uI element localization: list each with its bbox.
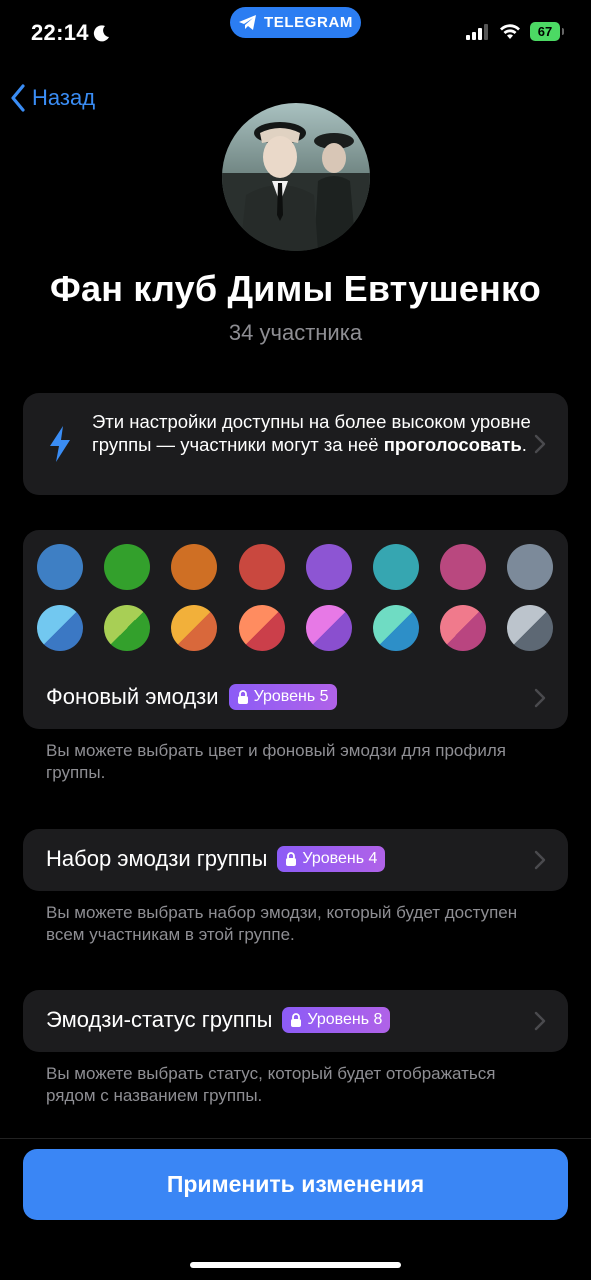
back-label: Назад: [32, 85, 96, 110]
chevron-right-icon: [534, 1011, 546, 1031]
chevron-right-icon: [534, 850, 546, 870]
lightning-icon: [50, 426, 70, 462]
level-badge: Уровень 8: [282, 1007, 391, 1033]
background-emoji-row[interactable]: Фоновый эмодзи Уровень 5: [46, 684, 337, 710]
level-info-end: .: [521, 434, 527, 455]
chevron-left-icon: [11, 84, 25, 112]
moon-icon: [93, 25, 109, 42]
telegram-icon: [239, 14, 257, 30]
color-swatch-dual[interactable]: [171, 605, 218, 651]
background-hint: Вы можете выбрать цвет и фоновый эмодзи …: [46, 741, 506, 782]
color-swatch-dual[interactable]: [373, 605, 419, 651]
color-swatch[interactable]: [37, 544, 83, 590]
color-swatch[interactable]: [305, 544, 352, 590]
lock-icon: [237, 690, 248, 704]
background-emoji-label: Фоновый эмодзи: [46, 684, 219, 709]
clock-label: 22:14: [31, 20, 89, 45]
group-title: Фан клуб Димы Евтушенко: [50, 268, 541, 309]
color-swatch-dual[interactable]: [440, 605, 487, 651]
emoji-pack-label: Набор эмодзи группы: [46, 846, 268, 871]
level-badge: Уровень 5: [228, 684, 337, 710]
avatar-photo: [222, 103, 370, 251]
battery-indicator: 67: [530, 22, 564, 41]
emoji-pack-hint: Вы можете выбрать набор эмодзи, который …: [46, 903, 518, 944]
chevron-right-icon: [534, 434, 546, 454]
level-badge-label: Уровень 4: [302, 850, 378, 867]
status-time: 22:14: [31, 20, 111, 46]
lock-icon: [291, 1013, 302, 1027]
level-info-card[interactable]: Эти настройки доступны на более высоком …: [23, 393, 568, 495]
level-badge-label: Уровень 8: [307, 1011, 383, 1028]
emoji-pack-label-row: Набор эмодзи группы Уровень 4: [46, 846, 386, 872]
emoji-status-label-row: Эмодзи-статус группы Уровень 8: [46, 1007, 391, 1033]
member-count: 34 участника: [228, 320, 363, 345]
color-swatch-dual[interactable]: [104, 605, 151, 651]
app-pill[interactable]: TELEGRAM: [230, 7, 361, 38]
color-swatch-dual[interactable]: [507, 605, 554, 651]
battery-level: 67: [537, 24, 553, 39]
apply-changes-button[interactable]: Применить изменения: [23, 1149, 568, 1220]
level-badge: Уровень 4: [277, 846, 386, 872]
color-swatch[interactable]: [373, 544, 419, 590]
app-pill-label: TELEGRAM: [264, 14, 353, 31]
level-info-text: Эти настройки доступны на более высоком …: [92, 410, 532, 456]
emoji-status-row[interactable]: Эмодзи-статус группы Уровень 8: [23, 990, 568, 1052]
wifi-icon: [500, 23, 520, 39]
signal-icon: [466, 23, 488, 40]
vote-link[interactable]: проголосовать: [384, 434, 522, 455]
color-card: Фоновый эмодзи Уровень 5: [23, 530, 568, 729]
emoji-status-hint: Вы можете выбрать статус, который будет …: [46, 1064, 496, 1105]
emoji-pack-row[interactable]: Набор эмодзи группы Уровень 4: [23, 829, 568, 891]
color-swatch[interactable]: [507, 544, 554, 590]
status-icons: 67: [466, 22, 564, 41]
color-swatch[interactable]: [104, 544, 151, 590]
group-avatar[interactable]: [222, 103, 370, 251]
color-swatch[interactable]: [238, 544, 285, 590]
lock-icon: [286, 852, 297, 866]
chevron-right-icon: [534, 688, 546, 708]
color-swatch-dual[interactable]: [37, 605, 83, 651]
home-indicator: [190, 1262, 401, 1268]
color-swatch[interactable]: [440, 544, 487, 590]
level-badge-label: Уровень 5: [253, 688, 329, 705]
bottom-divider: [0, 1138, 591, 1139]
color-swatch-dual[interactable]: [305, 605, 352, 651]
color-swatch[interactable]: [171, 544, 218, 590]
back-button[interactable]: Назад: [10, 84, 95, 112]
color-swatch-dual[interactable]: [238, 605, 285, 651]
emoji-status-label: Эмодзи-статус группы: [46, 1007, 273, 1032]
